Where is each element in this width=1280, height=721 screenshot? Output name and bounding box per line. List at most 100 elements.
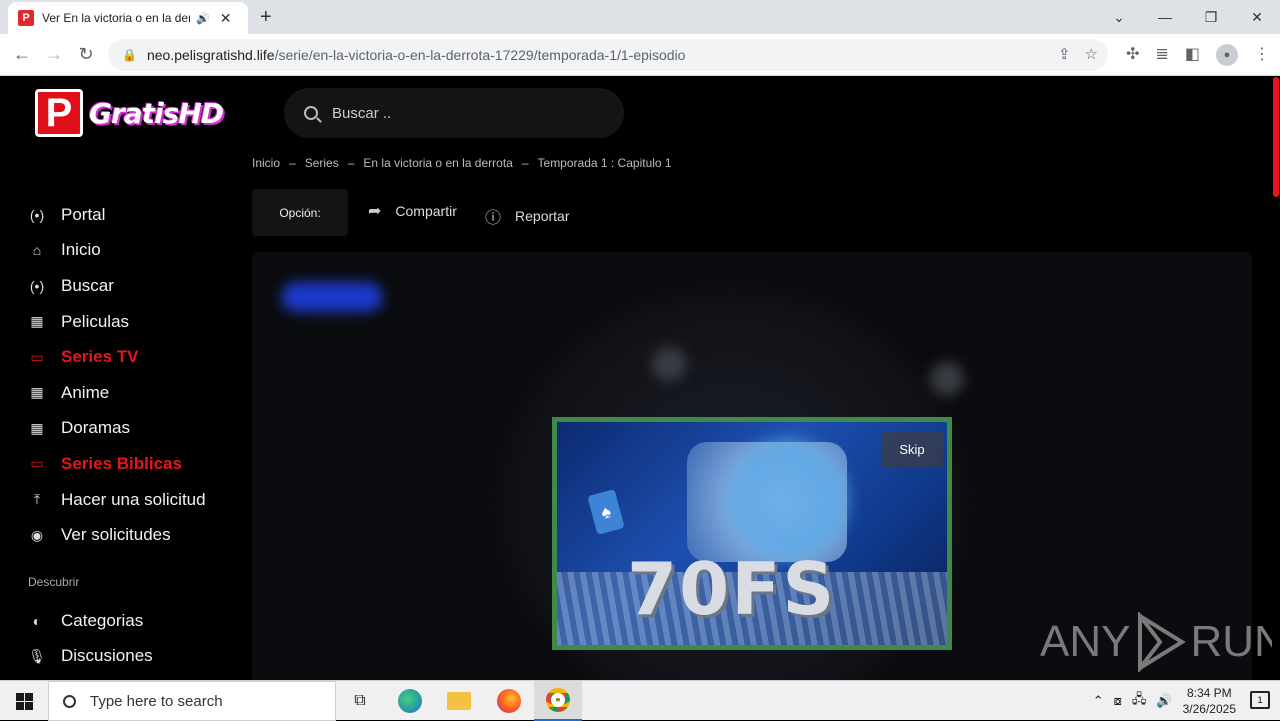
restore-button[interactable]: ❐ (1188, 0, 1234, 34)
film-icon: ▦ (30, 313, 44, 330)
network-icon[interactable]: 🖧 (1132, 690, 1147, 712)
film-icon: ▦ (30, 419, 44, 436)
site-search-input[interactable]: Buscar .. (284, 88, 624, 138)
close-window-button[interactable]: ✕ (1234, 0, 1280, 34)
close-tab-icon[interactable]: ✕ (220, 10, 232, 27)
browser-tab[interactable]: P Ver En la victoria o en la derrota 🔊 ✕ (8, 2, 248, 34)
back-button[interactable]: ← (10, 44, 34, 65)
site-favicon-icon: P (18, 10, 34, 26)
breadcrumb-item[interactable]: Series (305, 156, 339, 170)
breadcrumb-item[interactable]: En la victoria o en la derrota (363, 156, 512, 170)
clock-date: 3/26/2025 (1182, 702, 1236, 716)
sidebar-item-doramas[interactable]: ▦ Doramas (28, 411, 238, 447)
windows-logo-icon (15, 692, 33, 710)
start-button[interactable] (0, 681, 48, 721)
folder-icon (447, 692, 471, 710)
popup-advertisement[interactable]: ♠ 70FS Skip (552, 417, 952, 650)
search-placeholder: Buscar .. (332, 104, 392, 122)
search-icon (63, 694, 76, 708)
sidebar-item-label: Ver solicitudes (61, 525, 171, 545)
sidebar-nav: (•) Portal ⌂ Inicio (•) Buscar ▦ Peliculas ▭ Seri… (28, 197, 238, 674)
breadcrumb-item: Temporada 1 : Capitulo 1 (537, 156, 672, 170)
sidebar-item-inicio[interactable]: ⌂ Inicio (28, 233, 238, 269)
report-button[interactable]: ⓘ Reportar (485, 204, 569, 228)
firefox-icon (497, 689, 521, 713)
broadcast-icon: (•) (29, 277, 45, 294)
sidebar-item-series-tv[interactable]: ▭ Series TV (28, 339, 238, 375)
url-host: neo.pelisgratishd.life (146, 47, 275, 63)
reload-button[interactable]: ↻ (74, 44, 98, 65)
broadcast-icon: (•) (29, 206, 45, 223)
sidebar-item-buscar[interactable]: (•) Buscar (28, 268, 238, 304)
sidebar-item-label: Doramas (61, 418, 130, 438)
sidebar-item-label: Portal (61, 204, 106, 224)
ace-card-icon: ♠ (587, 489, 625, 535)
report-label: Reportar (515, 208, 570, 224)
sidebar-item-hacer-una-solicitud[interactable]: ⤒ Hacer una solicitud (28, 482, 238, 518)
breadcrumb-separator: – (347, 156, 355, 170)
clock-time: 8:34 PM (1186, 686, 1232, 700)
upload-icon: ⤒ (33, 491, 41, 508)
audio-playing-icon[interactable]: 🔊 (196, 12, 210, 25)
share-button[interactable]: ➦ Compartir (368, 201, 457, 221)
sidebar-item-label: Anime (61, 382, 110, 402)
sidebar-item-label: Inicio (61, 240, 101, 260)
search-icon (304, 106, 318, 120)
firefox-taskbar-button[interactable] (485, 681, 533, 721)
tv-icon: ▭ (30, 455, 44, 472)
sidebar-item-anime[interactable]: ▦ Anime (28, 375, 238, 411)
sidebar-item-series-biblicas[interactable]: ▭ Series Biblicas (28, 446, 238, 482)
home-icon: ⌂ (32, 242, 42, 259)
lock-icon[interactable]: 🔒 (122, 48, 137, 62)
sidebar-item-label: Buscar (61, 275, 114, 295)
task-view-icon: ⧉ (354, 692, 366, 709)
blurred-dot (930, 362, 964, 396)
address-bar[interactable]: 🔒 neo.pelisgratishd.life/serie/en-la-vic… (108, 39, 1108, 71)
sidebar-item-discusiones[interactable]: 🎙 Discusiones (28, 639, 238, 675)
profile-avatar-icon[interactable]: ● (1216, 44, 1238, 66)
play-triangle-icon (1138, 612, 1187, 672)
eye-icon: ◉ (30, 526, 44, 543)
notification-center-icon[interactable]: 1 (1250, 691, 1270, 709)
volume-icon[interactable]: 🔊 (1156, 693, 1172, 709)
site-logo[interactable]: P GratisHD (35, 89, 224, 137)
sidebar-item-label: Series Biblicas (61, 453, 182, 473)
breadcrumb-item[interactable]: Inicio (252, 156, 280, 170)
edge-taskbar-button[interactable] (386, 681, 434, 721)
blurred-button (282, 282, 382, 312)
film-icon: ▦ (30, 384, 44, 401)
ad-skip-button[interactable]: Skip (881, 432, 943, 467)
tab-search-chevron-icon[interactable]: ⌄ (1096, 0, 1142, 34)
show-hidden-icons-icon[interactable]: ⌃ (1093, 693, 1104, 709)
share-page-icon[interactable]: ⇪ (1058, 45, 1071, 63)
media-control-icon[interactable]: ≣ (1155, 44, 1168, 66)
blurred-dot (652, 347, 686, 381)
sidebar-item-ver-solicitudes[interactable]: ◉ Ver solicitudes (28, 517, 238, 553)
file-explorer-taskbar-button[interactable] (435, 681, 483, 721)
share-label: Compartir (395, 203, 457, 219)
half-circle-icon: ◐ (32, 612, 42, 629)
sidebar-item-peliculas[interactable]: ▦ Peliculas (28, 304, 238, 340)
web-page: P GratisHD Buscar .. (•) Portal ⌂ Inicio (•)… (0, 77, 1280, 680)
scrollbar-thumb[interactable] (1273, 77, 1279, 197)
device-icon[interactable]: ⧇ (1114, 693, 1122, 709)
microphone-icon: 🎙 (28, 647, 46, 664)
clock[interactable]: 8:34 PM 3/26/2025 (1183, 685, 1236, 717)
browser-menu-icon[interactable]: ⋮ (1254, 44, 1270, 66)
bookmark-star-icon[interactable]: ☆ (1085, 45, 1098, 63)
forward-button[interactable]: → (42, 44, 66, 65)
side-panel-icon[interactable]: ◧ (1185, 44, 1200, 66)
extensions-icon[interactable]: ✣ (1126, 44, 1139, 66)
task-view-button[interactable]: ⧉ (336, 681, 384, 721)
page-scrollbar[interactable] (1272, 77, 1280, 680)
sidebar-item-portal[interactable]: (•) Portal (28, 197, 238, 233)
sidebar-item-categorias[interactable]: ◐ Categorias (28, 603, 238, 639)
minimize-button[interactable]: — (1142, 0, 1188, 34)
watermark-left: ANY (1040, 617, 1131, 666)
new-tab-button[interactable]: + (260, 6, 272, 29)
chrome-taskbar-button[interactable] (534, 681, 582, 721)
sidebar-item-label: Discusiones (61, 646, 153, 666)
section-label-discover: Descubrir (28, 574, 80, 589)
option-selector[interactable]: Opción: (252, 189, 348, 236)
taskbar-search-box[interactable]: Type here to search (48, 681, 336, 721)
